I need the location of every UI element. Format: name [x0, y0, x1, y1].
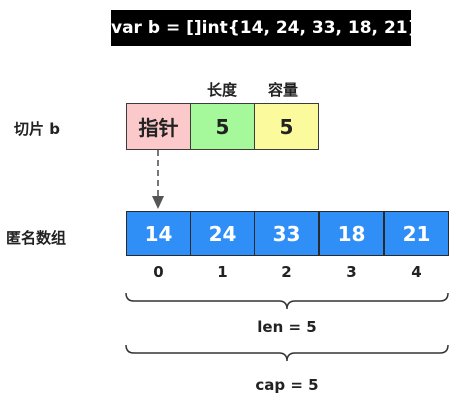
array-index: 0 [153, 263, 164, 281]
cap-text: cap = 5 [255, 376, 319, 394]
array-index: 4 [411, 263, 422, 281]
array-element: 21 [384, 211, 449, 256]
array-element: 18 [319, 211, 384, 256]
pointer-arrow-head [152, 196, 164, 209]
len-text: len = 5 [257, 318, 317, 336]
array-element: 33 [254, 211, 319, 256]
array-index: 1 [217, 263, 228, 281]
array-element: 14 [126, 211, 191, 256]
cap-brace [125, 344, 449, 362]
array-index: 2 [281, 263, 292, 281]
diagram-lines [125, 150, 449, 362]
array-element: 24 [190, 211, 255, 256]
len-brace [125, 292, 449, 310]
array-index: 3 [346, 263, 357, 281]
array-label: 匿名数组 [6, 229, 67, 247]
